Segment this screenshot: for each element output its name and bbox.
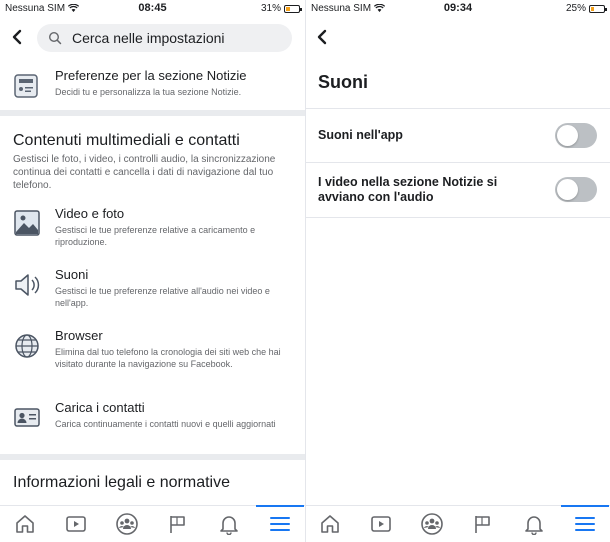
settings-item-video-foto[interactable]: Video e foto Gestisci le tue preferenze … — [0, 204, 305, 254]
legal-section-title: Informazioni legali e normative — [13, 474, 230, 491]
setting-label: Suoni nell'app — [318, 128, 403, 142]
bottom-tab-bar — [0, 505, 305, 542]
news-preferences-title: Preferenze per la sezione Notizie — [55, 68, 247, 83]
home-icon — [16, 515, 34, 533]
media-section-desc: Gestisci le foto, i video, i controlli a… — [13, 154, 276, 191]
settings-screen: Nessuna SIM 08:45 31% Preferenze per la … — [0, 0, 305, 542]
menu-icon — [270, 517, 290, 531]
news-preferences-row[interactable]: Preferenze per la sezione Notizie Decidi… — [0, 62, 305, 107]
status-bar: Nessuna SIM 09:34 25% — [306, 0, 610, 18]
watch-icon — [371, 516, 391, 532]
battery-icon — [589, 4, 607, 13]
media-section-title: Contenuti multimediali e contatti — [13, 132, 240, 149]
clock: 09:34 — [443, 2, 473, 14]
back-arrow-icon[interactable] — [8, 27, 28, 47]
battery-icon — [284, 4, 302, 13]
tab-notifications[interactable] — [514, 506, 554, 542]
tab-groups[interactable] — [412, 506, 452, 542]
settings-item-carica-contatti[interactable]: Carica i contatti Carica continuamente i… — [0, 398, 305, 448]
suoni-app-toggle[interactable] — [555, 123, 597, 148]
settings-item-title: Suoni — [55, 267, 89, 282]
search-bar[interactable] — [37, 24, 292, 52]
settings-item-desc: Gestisci le tue preferenze relative all'… — [55, 286, 270, 308]
clock: 08:45 — [138, 2, 167, 14]
back-arrow-icon[interactable] — [313, 27, 333, 47]
tab-notifications[interactable] — [209, 506, 249, 542]
settings-item-title: Carica i contatti — [55, 400, 145, 415]
news-feed-icon — [14, 74, 38, 98]
tab-pages[interactable] — [463, 506, 503, 542]
news-preferences-desc: Decidi tu e personalizza la tua sezione … — [55, 87, 242, 97]
contact-card-icon — [14, 408, 40, 427]
settings-item-title: Video e foto — [55, 206, 125, 221]
tab-menu[interactable] — [256, 505, 304, 542]
tab-pages[interactable] — [158, 506, 198, 542]
tab-menu[interactable] — [561, 505, 609, 542]
setting-row-video-audio: I video nella sezione Notizie si avviano… — [306, 162, 610, 218]
search-icon — [48, 31, 62, 45]
tab-watch[interactable] — [361, 506, 401, 542]
settings-item-desc: Carica continuamente i contatti nuovi e … — [55, 419, 276, 429]
notifications-bell-icon — [525, 516, 543, 535]
settings-item-desc: Elimina dal tuo telefono la cronologia d… — [55, 347, 281, 369]
groups-icon — [116, 513, 138, 535]
tab-watch[interactable] — [56, 506, 96, 542]
page-title: Suoni — [318, 72, 368, 92]
groups-icon — [421, 513, 443, 535]
battery-percent: 25% — [565, 3, 586, 14]
section-separator — [0, 110, 305, 116]
bottom-tab-bar — [306, 505, 610, 542]
tab-groups[interactable] — [107, 506, 147, 542]
setting-row-suoni-app: Suoni nell'app — [306, 108, 610, 162]
globe-icon — [15, 334, 39, 358]
search-input[interactable] — [70, 29, 274, 47]
status-bar: Nessuna SIM 08:45 31% — [0, 0, 305, 18]
pages-flag-icon — [475, 516, 490, 533]
photo-video-icon — [14, 210, 40, 236]
tab-home[interactable] — [5, 506, 45, 542]
home-icon — [321, 515, 339, 533]
settings-item-desc: Gestisci le tue preferenze relative a ca… — [55, 225, 256, 247]
settings-item-title: Browser — [55, 328, 103, 343]
watch-icon — [66, 516, 86, 532]
sounds-screen: Nessuna SIM 09:34 25% Suoni Suoni nell'a… — [306, 0, 610, 542]
settings-item-browser[interactable]: Browser Elimina dal tuo telefono la cron… — [0, 326, 305, 388]
battery-percent: 31% — [260, 3, 281, 14]
speaker-icon — [15, 274, 40, 296]
setting-label: I video nella sezione Notizie si avviano… — [318, 175, 498, 204]
menu-icon — [575, 517, 595, 531]
settings-item-suoni[interactable]: Suoni Gestisci le tue preferenze relativ… — [0, 265, 305, 315]
tab-home[interactable] — [310, 506, 350, 542]
section-separator — [0, 454, 305, 460]
video-audio-toggle[interactable] — [555, 177, 597, 202]
notifications-bell-icon — [220, 516, 238, 535]
pages-flag-icon — [170, 516, 185, 533]
